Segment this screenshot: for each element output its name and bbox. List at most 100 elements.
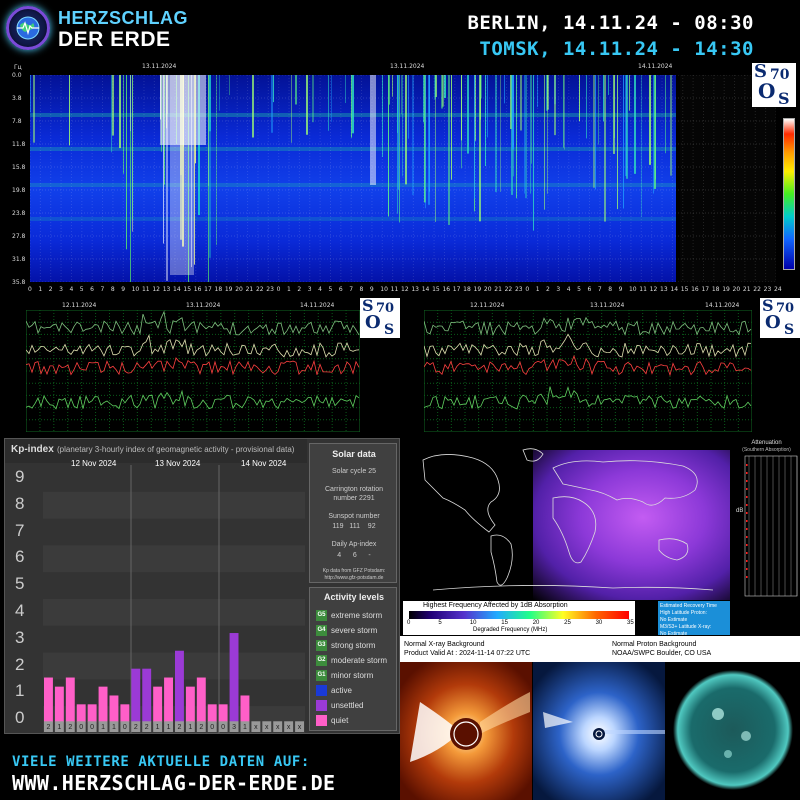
spectrogram-x-tick: 2: [297, 286, 302, 293]
frequency-tick: 15: [501, 620, 508, 626]
spectrogram-x-tick: 19: [722, 286, 730, 293]
berlin-timestamp: BERLIN, 14.11.24 - 08:30: [467, 12, 754, 34]
attenuation-unit: dB: [736, 508, 744, 514]
kp-source-label: Kp data from GFZ Potsdam:: [322, 568, 386, 574]
kp-bar-label: 2: [68, 724, 72, 731]
spectrogram-x-tick: 24: [774, 286, 782, 293]
attenuation-title: Attenuation: [751, 440, 782, 446]
mini-right-date: 13.11.2024: [590, 302, 625, 309]
kp-title: Kp-index: [11, 444, 54, 455]
kp-bar-label: 2: [134, 724, 138, 731]
proton-status: Normal Proton Background: [612, 641, 697, 648]
footer-website-link[interactable]: WWW.HERZSCHLAG-DER-ERDE.DE: [12, 771, 335, 795]
kp-bar-label: 2: [145, 724, 149, 731]
kp-source-link[interactable]: http://www.gfz-potsdam.de: [310, 575, 398, 581]
spectrogram-x-tick: 10: [380, 286, 388, 293]
kp-bar: [164, 677, 173, 723]
sunspot-values: 119 111 92: [332, 523, 376, 530]
frequency-tick: 10: [469, 620, 477, 626]
spectrogram-x-tick: 8: [110, 286, 115, 293]
spectrogram-x-tick: 3: [59, 286, 63, 293]
kp-y-tick: 8: [15, 493, 25, 513]
spectrogram-x-tick: 11: [141, 286, 150, 293]
kp-bar: [218, 704, 228, 723]
spectrogram-x-tick: 1: [287, 286, 291, 293]
mini-left-date: 14.11.2024: [300, 302, 335, 309]
spectrogram-y-tick: 3.8: [12, 95, 22, 102]
spectrogram-x-tick: 0: [276, 286, 281, 293]
spectrogram-x-tick: 14: [421, 286, 430, 293]
kp-bar: [44, 677, 53, 723]
recovery-title: Estimated Recovery Time: [660, 603, 717, 609]
activity-swatch: G4: [316, 625, 327, 636]
activity-label: extreme storm: [331, 611, 383, 620]
spectrogram-x-tick: 4: [69, 286, 74, 293]
recovery-line: High Latitude Proton:: [660, 610, 707, 616]
spectrogram-x-tick: 21: [494, 286, 502, 293]
spectrogram-x-tick: 17: [701, 286, 710, 293]
spectrogram-x-tick: 2: [546, 286, 550, 293]
spectrogram-x-tick: 2: [48, 286, 53, 293]
spectrogram-y-tick: 19.8: [12, 187, 26, 194]
kp-bar-label: 1: [101, 724, 105, 731]
recovery-line: M3/S3+ Latitude X-ray:: [660, 624, 712, 630]
spectrogram-grid: [30, 75, 776, 282]
spectrogram-x-tick: 11: [390, 286, 399, 293]
recovery-line: No Estimate: [660, 617, 688, 623]
spectrogram-x-tick: 4: [566, 286, 571, 293]
spectrogram-x-tick: 18: [711, 286, 720, 293]
kp-bar-label: 1: [112, 724, 116, 731]
spectrogram-x-tick: 18: [463, 286, 471, 293]
kp-bar: [142, 668, 152, 723]
kp-bar: [98, 686, 108, 723]
kp-bar-label: 0: [79, 724, 83, 731]
kp-date-label: 13 Nov 2024: [155, 459, 201, 468]
frequency-gradient: [409, 611, 629, 619]
spectrogram-y-tick: 23.8: [12, 210, 26, 217]
spectrogram-y-tick: 27.8: [12, 233, 26, 240]
spectrogram-date-label: 13.11.2024: [390, 63, 425, 70]
mini-left-date: 12.11.2024: [62, 302, 97, 309]
solar-data-title: Solar data: [332, 449, 376, 459]
schumann-amplitude-chart-right: [424, 310, 752, 432]
kp-index-panel: Kp-index (planetary 3-hourly index of ge…: [4, 438, 400, 734]
sos-badge-logo: S 70 O S: [360, 296, 400, 338]
spectrogram-x-tick: 15: [680, 286, 689, 293]
solar-data-box: Solar data Solar cycle 25 Carrington rot…: [309, 443, 397, 583]
spectrogram-y-tick: 11.8: [12, 141, 26, 148]
spectrogram-x-tick: 7: [100, 286, 105, 293]
recovery-time-box: Estimated Recovery Time High Latitude Pr…: [658, 601, 730, 637]
spectrogram-x-tick: 13: [162, 286, 171, 293]
activity-levels-box: Activity levels G5 extreme storm G4 severe …: [309, 587, 397, 731]
spectrogram-x-tick: 1: [38, 286, 43, 293]
spectrogram-x-tick: 9: [618, 286, 623, 293]
spectrogram-x-tick: 3: [556, 286, 561, 293]
carrington-label: Carrington rotation: [325, 486, 383, 493]
spectrogram-x-tick: 6: [338, 286, 343, 293]
frequency-colorbar-title: Highest Frequency Affected by 1dB Absorp…: [423, 602, 568, 609]
kp-y-tick: 1: [15, 681, 25, 701]
frequency-tick: 5: [438, 620, 442, 626]
spectrogram-x-tick: 6: [587, 286, 592, 293]
carrington-number: number 2291: [333, 495, 375, 502]
spectrogram-x-tick: 20: [732, 286, 741, 293]
spectrogram-x-tick: 1: [535, 286, 540, 293]
activity-swatch: G3: [316, 640, 327, 651]
activity-label: quiet: [331, 716, 349, 725]
spectrogram-x-tick: 6: [90, 286, 94, 293]
frequency-tick: 30: [595, 620, 603, 626]
lasco-c3-coronagraph-image: [533, 662, 665, 800]
activity-levels-title: Activity levels: [323, 592, 385, 602]
activity-swatch: G5: [316, 610, 327, 621]
spectrogram-x-tick: 5: [577, 286, 581, 293]
spectrogram-y-tick: 0.0: [12, 72, 22, 79]
spectrogram-x-tick: 11: [639, 286, 647, 293]
activity-label: severe storm: [331, 626, 378, 635]
spectrogram-x-tick: 12: [401, 286, 409, 293]
attenuation-subtitle: (Southern Absorption): [742, 447, 791, 453]
spectrogram-colorbar: [783, 118, 795, 270]
spectrogram-x-tick: 12: [152, 286, 160, 293]
kp-bar: [229, 633, 239, 723]
spectrogram-y-tick: 15.8: [12, 164, 26, 171]
brand-name-line1: HERZSCHLAG: [58, 8, 188, 28]
